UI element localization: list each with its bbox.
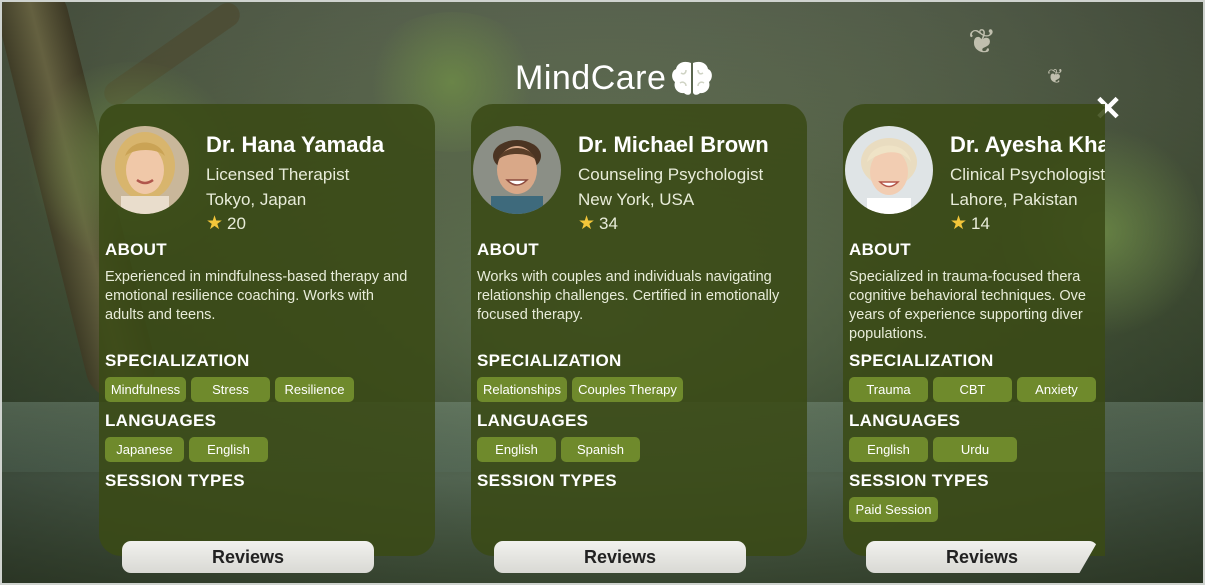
therapist-title: Clinical Psychologist: [950, 165, 1105, 184]
tag: Stress: [191, 377, 270, 402]
language-tags: English Urdu: [849, 437, 1017, 462]
therapist-card: Dr. Ayesha Kha Clinical Psychologist Lah…: [843, 104, 1105, 556]
tag: Urdu: [933, 437, 1017, 462]
tag: Mindfulness: [105, 377, 186, 402]
tag: Trauma: [849, 377, 928, 402]
reviews-button[interactable]: Reviews: [866, 541, 1098, 573]
reviews-button[interactable]: Reviews: [494, 541, 746, 573]
therapist-location: Tokyo, Japan: [206, 190, 307, 209]
app-title: MindCare: [515, 58, 667, 97]
therapist-name: Dr. Hana Yamada: [206, 132, 385, 157]
therapist-card: Dr. Hana Yamada Licensed Therapist Tokyo…: [99, 104, 435, 556]
rating-count: 34: [599, 214, 618, 233]
therapist-location: New York, USA: [578, 190, 695, 209]
tag: Anxiety: [1017, 377, 1096, 402]
tag: English: [189, 437, 268, 462]
tag: Couples Therapy: [572, 377, 683, 402]
about-heading: ABOUT: [477, 240, 539, 259]
avatar: [473, 126, 561, 214]
tag: Paid Session: [849, 497, 938, 522]
star-icon: ★: [950, 213, 968, 234]
rating-count: 20: [227, 214, 246, 233]
rating: ★ 14: [950, 214, 990, 234]
languages-heading: LANGUAGES: [849, 411, 961, 430]
tag: English: [477, 437, 556, 462]
rating: ★ 20: [206, 214, 246, 234]
session-types-heading: SESSION TYPES: [849, 471, 989, 490]
specialization-heading: SPECIALIZATION: [477, 351, 622, 370]
language-tags: Japanese English: [105, 437, 268, 462]
tag: Spanish: [561, 437, 640, 462]
rating: ★ 34: [578, 214, 618, 234]
tag: Resilience: [275, 377, 354, 402]
tag: Relationships: [477, 377, 567, 402]
butterfly-icon: ❦: [968, 23, 997, 61]
app-logo: MindCare: [515, 56, 714, 100]
star-icon: ★: [206, 213, 224, 234]
tag: Japanese: [105, 437, 184, 462]
about-heading: ABOUT: [849, 240, 911, 259]
specialization-tags: Relationships Couples Therapy: [477, 377, 683, 402]
avatar: [845, 126, 933, 214]
session-types-heading: SESSION TYPES: [105, 471, 245, 490]
about-text: Experienced in mindfulness-based therapy…: [105, 269, 408, 323]
therapist-title: Licensed Therapist: [206, 165, 350, 184]
tag: English: [849, 437, 928, 462]
specialization-heading: SPECIALIZATION: [105, 351, 250, 370]
language-tags: English Spanish: [477, 437, 640, 462]
about-text: Works with couples and individuals navig…: [477, 269, 780, 323]
specialization-tags: Trauma CBT Anxiety: [849, 377, 1096, 402]
about-text: Specialized in trauma-focused thera cogn…: [849, 269, 1086, 342]
reviews-button[interactable]: Reviews: [122, 541, 374, 573]
therapist-title: Counseling Psychologist: [578, 165, 764, 184]
specialization-heading: SPECIALIZATION: [849, 351, 994, 370]
session-type-tags: Paid Session: [849, 497, 938, 522]
tag: CBT: [933, 377, 1012, 402]
specialization-tags: Mindfulness Stress Resilience: [105, 377, 354, 402]
languages-heading: LANGUAGES: [105, 411, 217, 430]
star-icon: ★: [578, 213, 596, 234]
session-types-heading: SESSION TYPES: [477, 471, 617, 490]
languages-heading: LANGUAGES: [477, 411, 589, 430]
therapist-name: Dr. Michael Brown: [578, 132, 769, 157]
therapist-card: Dr. Michael Brown Counseling Psychologis…: [471, 104, 807, 556]
therapist-location: Lahore, Pakistan: [950, 190, 1078, 209]
about-heading: ABOUT: [105, 240, 167, 259]
therapist-name: Dr. Ayesha Kha: [950, 132, 1105, 157]
butterfly-icon: ❦: [1047, 66, 1064, 88]
rating-count: 14: [971, 214, 990, 233]
brain-icon: [672, 61, 713, 95]
avatar: [101, 126, 189, 214]
